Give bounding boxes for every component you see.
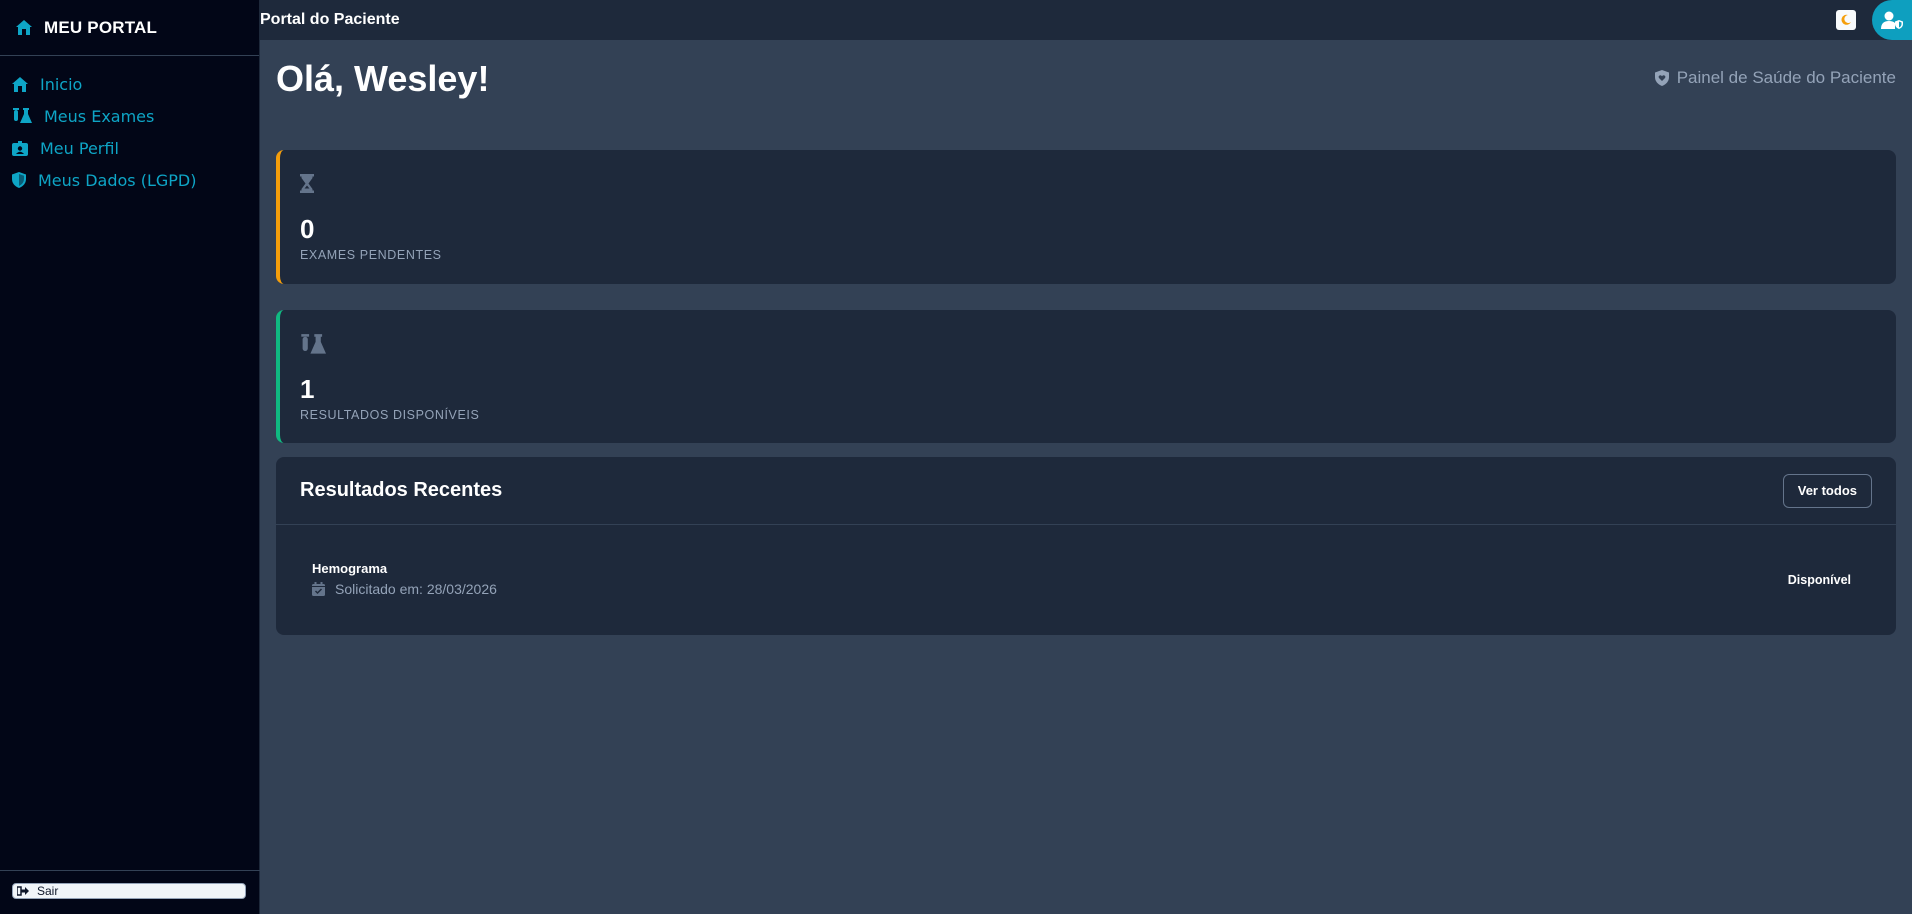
id-badge-icon: [12, 140, 28, 156]
exam-date-text: Solicitado em: 28/03/2026: [335, 581, 497, 597]
user-shield-icon: [1881, 11, 1903, 29]
status-badge: Disponível: [1787, 573, 1851, 587]
sidebar-item-meu-perfil[interactable]: Meu Perfil: [0, 132, 259, 164]
logout-button[interactable]: Sair: [12, 883, 246, 899]
flask-icon: [300, 334, 326, 355]
stat-label: RESULTADOS DISPONÍVEIS: [300, 408, 480, 422]
sidebar-item-inicio[interactable]: Inicio: [0, 68, 259, 100]
exam-date: Solicitado em: 28/03/2026: [312, 581, 497, 597]
page-title: Olá, Wesley!: [276, 58, 490, 99]
panel-tag-label: Painel de Saúde do Paciente: [1676, 68, 1896, 87]
home-icon: [12, 76, 28, 92]
calendar-check-icon: [312, 582, 325, 596]
app-title: Portal do Paciente: [260, 11, 400, 28]
logout-label: Sair: [37, 884, 59, 898]
theme-toggle-button[interactable]: [1836, 10, 1856, 30]
recent-results-title: Resultados Recentes: [300, 479, 503, 501]
stat-value: 1: [300, 374, 315, 404]
home-icon: [16, 20, 32, 35]
sidebar-item-label: Meus Dados (LGPD): [38, 170, 197, 190]
stat-card-results: 1 RESULTADOS DISPONÍVEIS: [276, 310, 1896, 443]
recent-results-header: Resultados Recentes Ver todos: [276, 457, 1896, 525]
list-item[interactable]: Hemograma Solicitado em: 28/03/2026 Disp…: [276, 525, 1896, 635]
shield-icon: [12, 172, 26, 188]
stat-label: EXAMES PENDENTES: [300, 248, 442, 262]
sidebar-nav: Inicio Meus Exames Meu Perfil Meus Dados…: [0, 56, 259, 196]
brand[interactable]: MEU PORTAL: [0, 0, 259, 56]
moon-icon: [1840, 14, 1852, 26]
sidebar-item-label: Inicio: [40, 74, 83, 94]
sidebar-item-label: Meus Exames: [44, 106, 155, 126]
sidebar-footer: Sair: [0, 870, 260, 914]
recent-results-card: Resultados Recentes Ver todos Hemograma …: [276, 457, 1896, 635]
topbar: Portal do Paciente: [260, 0, 1912, 40]
sign-out-icon: [17, 886, 29, 896]
stat-card-pending: 0 EXAMES PENDENTES: [276, 150, 1896, 284]
hourglass-icon: [300, 174, 314, 193]
panel-tag: Painel de Saúde do Paciente: [1654, 68, 1896, 88]
view-all-button[interactable]: Ver todos: [1782, 473, 1872, 508]
shield-heart-icon: [1654, 70, 1669, 86]
sidebar: MEU PORTAL Inicio Meus Exames Meu Perfil…: [0, 0, 260, 914]
stat-value: 0: [300, 214, 315, 244]
sidebar-item-label: Meu Perfil: [40, 138, 119, 158]
sidebar-item-meus-exames[interactable]: Meus Exames: [0, 100, 259, 132]
exam-name: Hemograma: [312, 561, 388, 576]
flask-icon: [12, 108, 32, 124]
user-avatar-button[interactable]: [1872, 0, 1912, 40]
brand-title: MEU PORTAL: [44, 17, 158, 37]
sidebar-item-meus-dados[interactable]: Meus Dados (LGPD): [0, 164, 259, 196]
